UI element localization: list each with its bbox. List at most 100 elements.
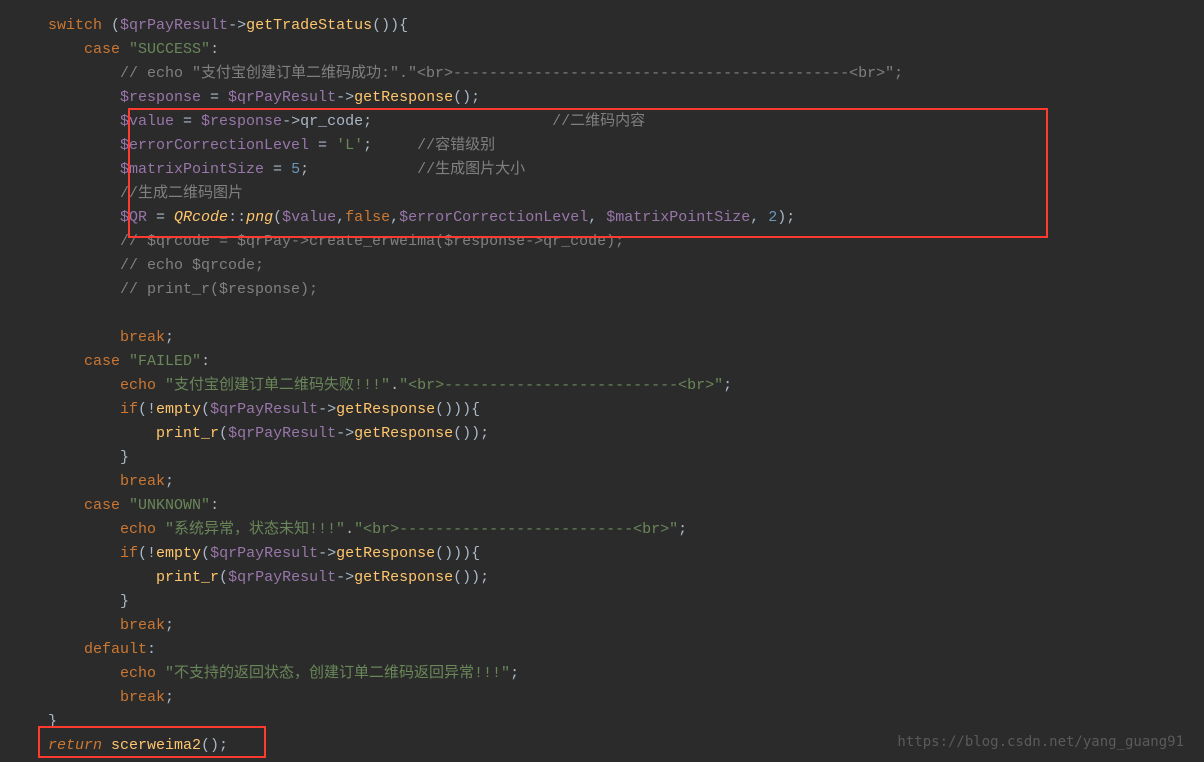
str: "<br>--------------------------<br>" <box>354 521 678 538</box>
var: $QR <box>120 209 147 226</box>
str: "<br>--------------------------<br>" <box>399 377 723 394</box>
open: ( <box>273 209 282 226</box>
kw-break: break <box>120 617 165 634</box>
brace: } <box>48 713 57 730</box>
close: ())){ <box>435 545 480 562</box>
open: (! <box>138 401 156 418</box>
comma: , <box>336 209 345 226</box>
eq: = <box>201 89 228 106</box>
brace: } <box>120 449 129 466</box>
var: $qrPayResult <box>228 89 336 106</box>
kw-break: break <box>120 689 165 706</box>
fn: getResponse <box>354 89 453 106</box>
arrow: -> <box>282 113 300 130</box>
brace: } <box>120 593 129 610</box>
comment: // echo "支付宝创建订单二维码成功:"."<br>-----------… <box>120 65 903 82</box>
dot: . <box>345 521 354 538</box>
arrow: -> <box>336 89 354 106</box>
open: (! <box>138 545 156 562</box>
open: ( <box>201 545 210 562</box>
comment: //二维码内容 <box>552 113 645 130</box>
fn: getResponse <box>336 545 435 562</box>
watermark: https://blog.csdn.net/yang_guang91 <box>897 734 1184 750</box>
tail: (); <box>201 737 228 754</box>
var: $qrPayResult <box>228 569 336 586</box>
colon: : <box>210 41 219 58</box>
arrow: -> <box>318 401 336 418</box>
end: ; <box>363 137 372 154</box>
fn: empty <box>156 545 201 562</box>
num: 2 <box>768 209 777 226</box>
str: "FAILED" <box>129 353 201 370</box>
end: ; <box>510 665 519 682</box>
comment: //生成图片大小 <box>417 161 525 178</box>
sp <box>156 377 165 394</box>
close: ()); <box>453 569 489 586</box>
comma: , <box>390 209 399 226</box>
open: ( <box>201 401 210 418</box>
comment: //容错级别 <box>417 137 495 154</box>
kw-echo: echo <box>120 665 156 682</box>
colon: : <box>210 497 219 514</box>
tail: (); <box>453 89 480 106</box>
sp <box>102 737 111 754</box>
str: "SUCCESS" <box>129 41 210 58</box>
close: ()); <box>453 425 489 442</box>
fn: print_r <box>156 425 219 442</box>
kw-case: case <box>84 353 120 370</box>
end: ; <box>165 473 174 490</box>
eq: = <box>174 113 201 130</box>
fn: getResponse <box>354 569 453 586</box>
end: ; <box>723 377 732 394</box>
kw-return: return <box>48 737 102 754</box>
fn: empty <box>156 401 201 418</box>
prop: qr_code <box>300 113 363 130</box>
var: $qrPayResult <box>120 17 228 34</box>
op: -> <box>228 17 246 34</box>
var: $value <box>282 209 336 226</box>
comment: // print_r($response); <box>120 281 318 298</box>
kw-default: default <box>84 641 147 658</box>
eq: = <box>309 137 336 154</box>
comma: , <box>750 209 768 226</box>
str: "UNKNOWN" <box>129 497 210 514</box>
comment: // $qrcode = $qrPay->create_erweima($res… <box>120 233 624 250</box>
arrow: -> <box>318 545 336 562</box>
num: 5 <box>291 161 300 178</box>
dot: . <box>390 377 399 394</box>
kw-echo: echo <box>120 377 156 394</box>
var: $matrixPointSize <box>120 161 264 178</box>
var: $errorCorrectionLevel <box>120 137 309 154</box>
eq: = <box>147 209 174 226</box>
kw-if: if <box>120 545 138 562</box>
colon: : <box>201 353 210 370</box>
fn: png <box>246 209 273 226</box>
str: 'L' <box>336 137 363 154</box>
var: $qrPayResult <box>228 425 336 442</box>
comma: , <box>588 209 606 226</box>
str: "不支持的返回状态，创建订单二维码返回异常!!!" <box>165 665 510 682</box>
kw-break: break <box>120 473 165 490</box>
var: $response <box>201 113 282 130</box>
fn: getTradeStatus <box>246 17 372 34</box>
open: ( <box>219 569 228 586</box>
sp <box>156 521 165 538</box>
sp <box>156 665 165 682</box>
tail: ()){ <box>372 17 408 34</box>
fn: getResponse <box>354 425 453 442</box>
end: ; <box>363 113 372 130</box>
var: $matrixPointSize <box>606 209 750 226</box>
sep: :: <box>228 209 246 226</box>
end: ; <box>678 521 687 538</box>
fn: print_r <box>156 569 219 586</box>
str: "支付宝创建订单二维码失败!!!" <box>165 377 390 394</box>
arrow: -> <box>336 569 354 586</box>
close: ); <box>777 209 795 226</box>
fn: getResponse <box>336 401 435 418</box>
arrow: -> <box>336 425 354 442</box>
open: ( <box>219 425 228 442</box>
var: $errorCorrectionLevel <box>399 209 588 226</box>
eq: = <box>264 161 291 178</box>
comment: // echo $qrcode; <box>120 257 264 274</box>
colon: : <box>147 641 156 658</box>
